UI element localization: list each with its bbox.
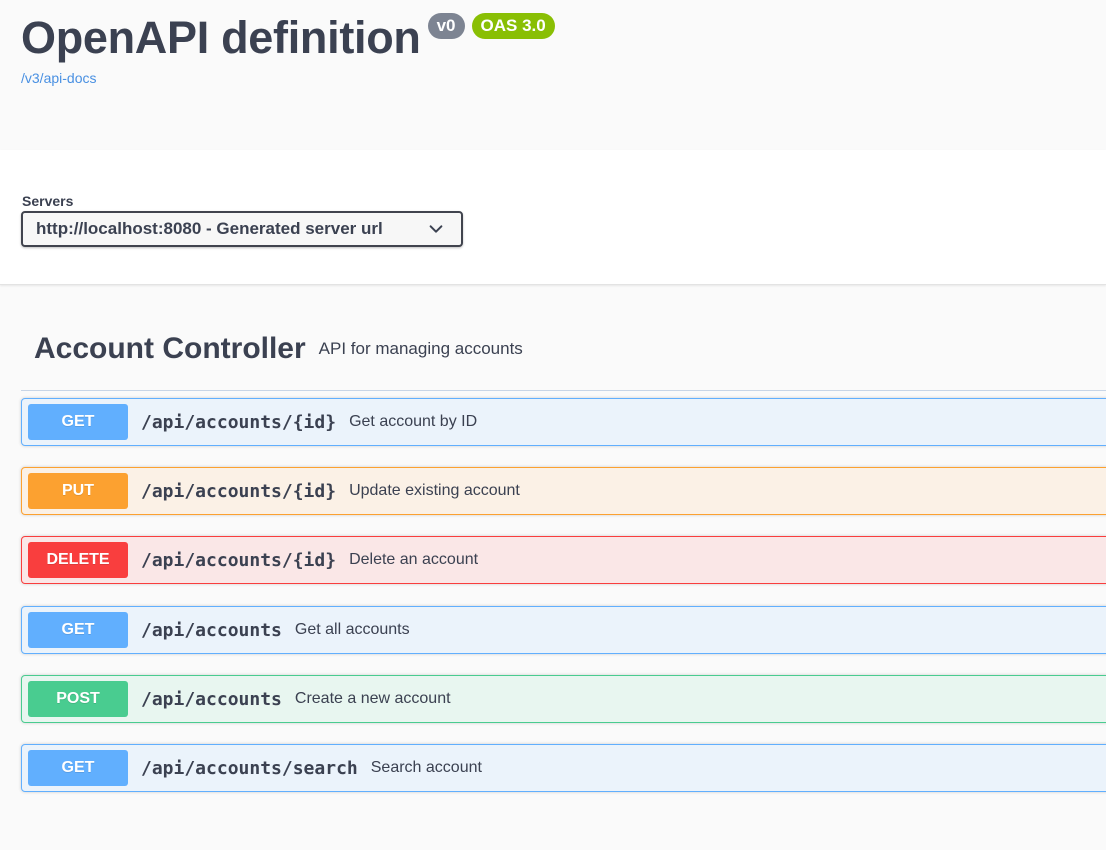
server-select-value: http://localhost:8080 - Generated server…: [36, 219, 383, 238]
operation-summary: Get account by ID: [349, 413, 478, 430]
servers-label: Servers: [22, 193, 74, 209]
chevron-down-icon: [429, 225, 443, 233]
tag-description: API for managing accounts: [318, 339, 523, 358]
title-row: OpenAPI definition v0 OAS 3.0: [21, 10, 555, 66]
oas-version-badge: OAS 3.0: [471, 13, 555, 39]
operation-summary: Update existing account: [349, 482, 520, 499]
method-badge: GET: [28, 612, 128, 648]
operation-path: /api/accounts: [141, 688, 282, 710]
api-docs-link[interactable]: /v3/api-docs: [21, 70, 555, 86]
tag-name: Account Controller: [34, 332, 306, 365]
method-badge: PUT: [28, 473, 128, 509]
operation-put-account[interactable]: PUT /api/accounts/{id} Update existing a…: [21, 467, 1106, 515]
method-badge: GET: [28, 750, 128, 786]
tag-account-controller[interactable]: Account Controller API for managing acco…: [21, 320, 1106, 391]
method-badge: GET: [28, 404, 128, 440]
operation-summary: Search account: [370, 759, 482, 776]
swagger-ui-page: OpenAPI definition v0 OAS 3.0 /v3/api-do…: [0, 0, 1106, 850]
operation-search-account[interactable]: GET /api/accounts/search Search account: [21, 744, 1106, 792]
operation-path: /api/accounts/{id}: [141, 411, 337, 433]
method-badge: DELETE: [28, 542, 128, 578]
operation-post-account[interactable]: POST /api/accounts Create a new account: [21, 675, 1106, 723]
operation-summary: Delete an account: [349, 551, 479, 568]
operation-path: /api/accounts/search: [141, 757, 358, 779]
operation-get-account-by-id[interactable]: GET /api/accounts/{id} Get account by ID: [21, 398, 1106, 446]
operation-get-all-accounts[interactable]: GET /api/accounts Get all accounts: [21, 606, 1106, 654]
server-select[interactable]: http://localhost:8080 - Generated server…: [21, 211, 463, 247]
operation-path: /api/accounts/{id}: [141, 480, 337, 502]
api-info: OpenAPI definition v0 OAS 3.0 /v3/api-do…: [21, 10, 555, 86]
page-title: OpenAPI definition: [21, 12, 421, 63]
servers-section: Servers http://localhost:8080 - Generate…: [0, 150, 1106, 285]
operation-path: /api/accounts/{id}: [141, 549, 337, 571]
method-badge: POST: [28, 681, 128, 717]
operation-summary: Get all accounts: [294, 621, 410, 638]
version-badge: v0: [427, 13, 465, 39]
operation-path: /api/accounts: [141, 619, 282, 641]
operation-delete-account[interactable]: DELETE /api/accounts/{id} Delete an acco…: [21, 536, 1106, 584]
operation-summary: Create a new account: [294, 690, 451, 707]
